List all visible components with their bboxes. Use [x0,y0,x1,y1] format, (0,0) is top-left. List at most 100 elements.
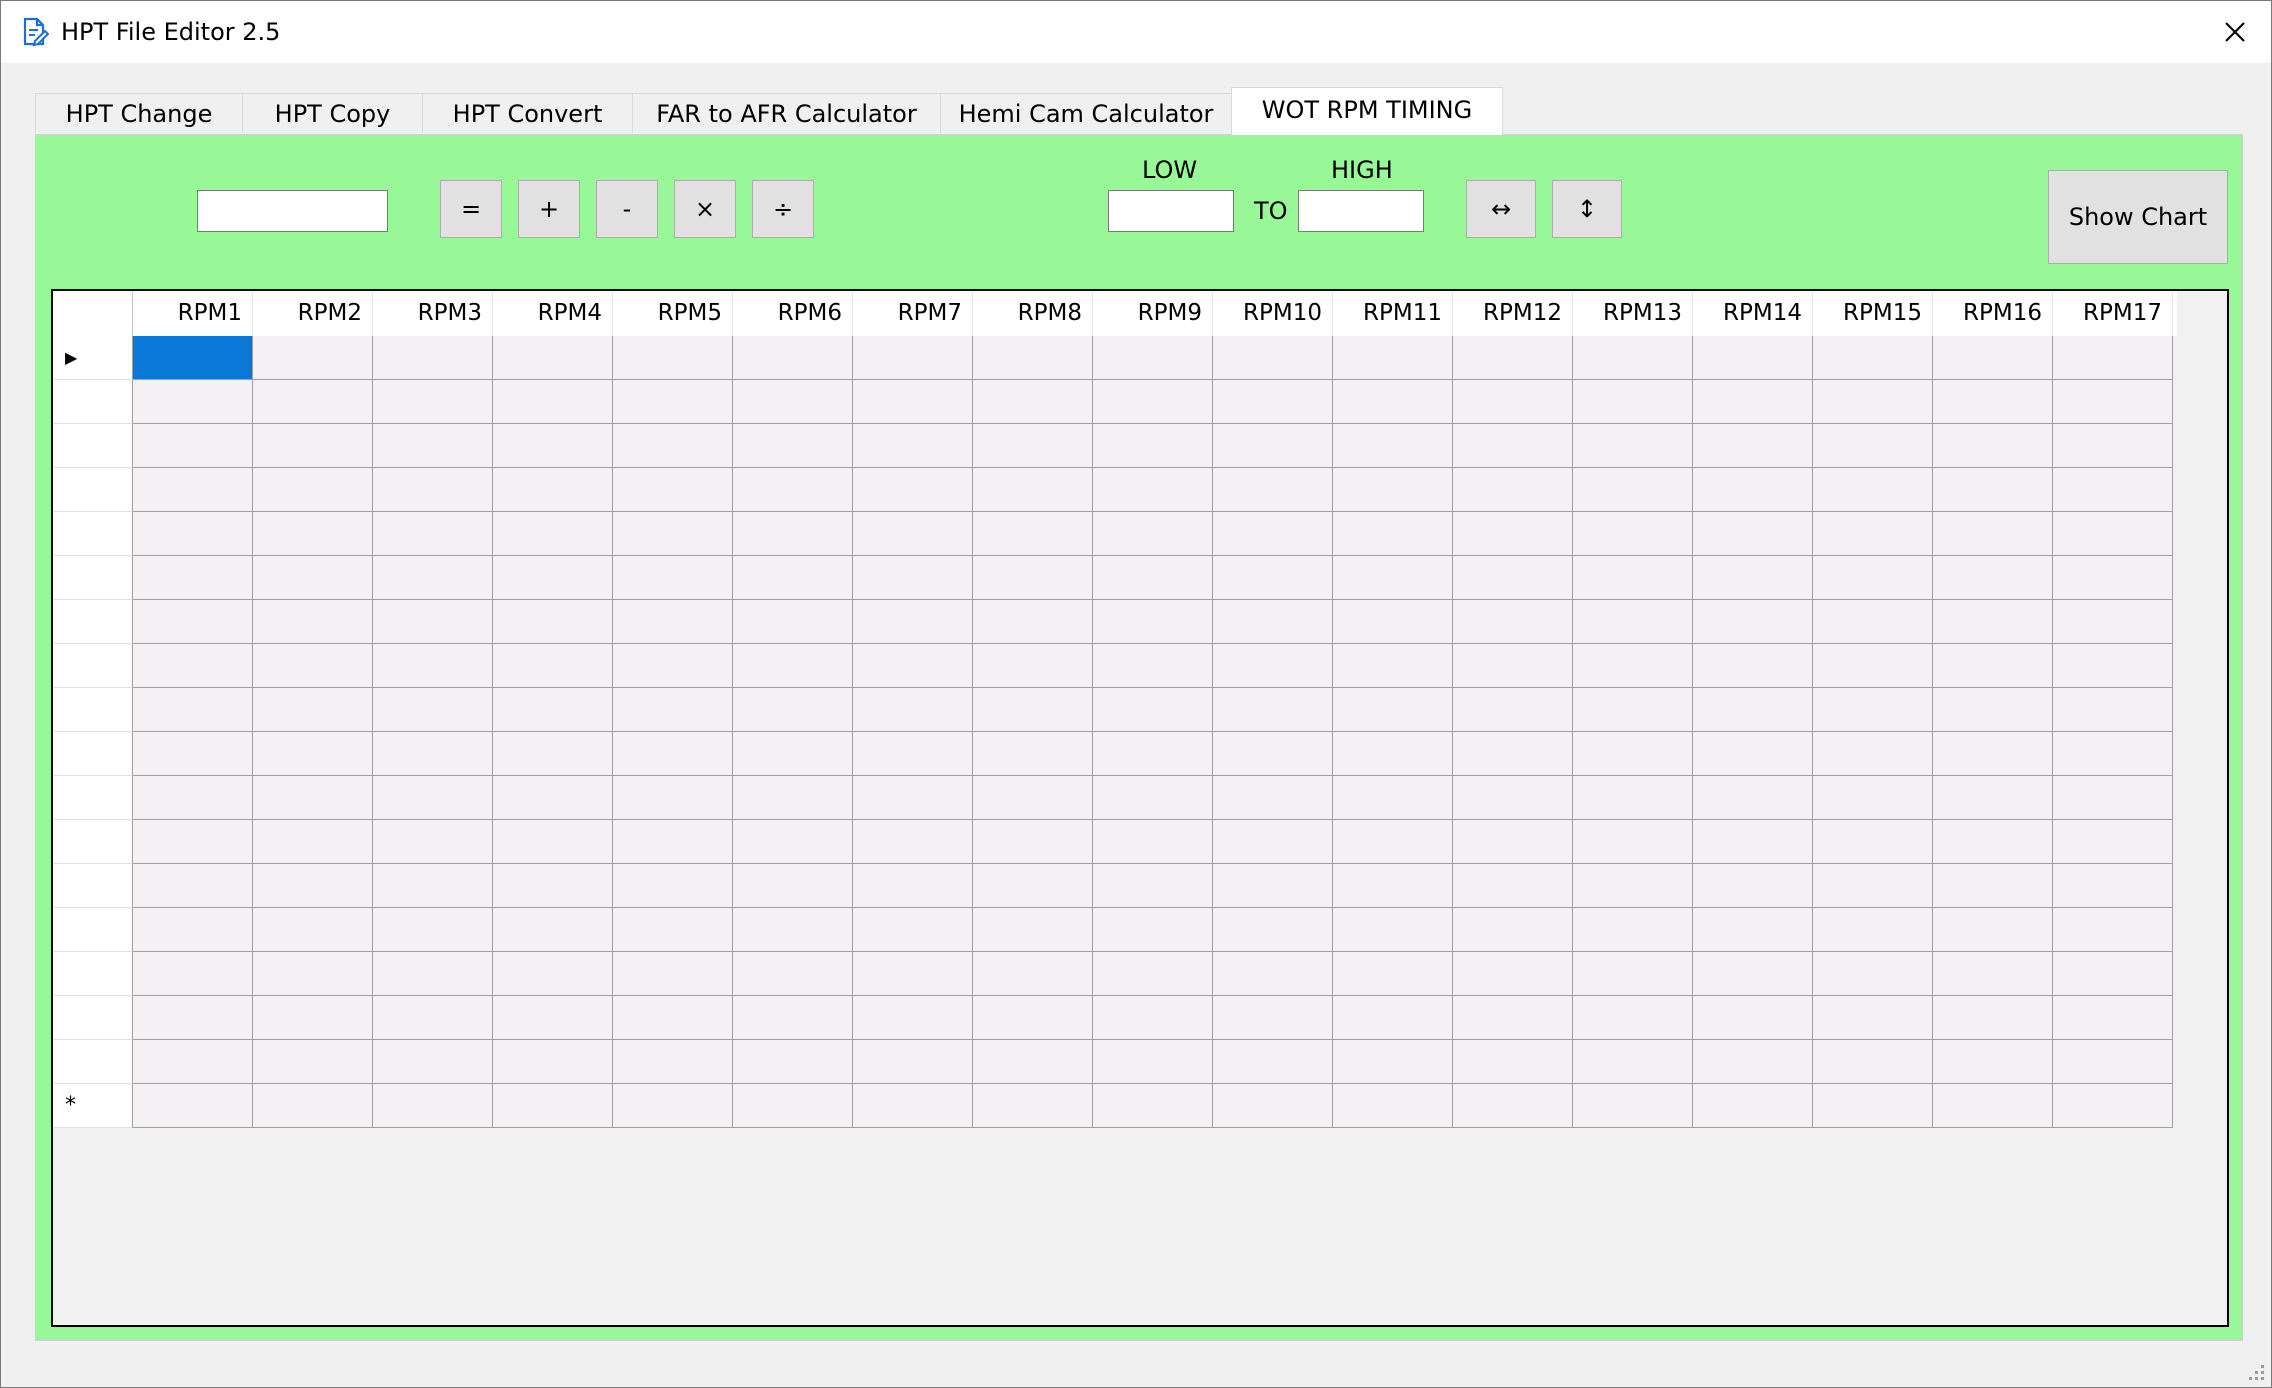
column-header-rpm14[interactable]: RPM14 [1693,291,1813,336]
grid-cell[interactable] [973,600,1093,644]
grid-cell[interactable] [973,996,1093,1040]
row-header[interactable] [53,380,133,424]
grid-cell[interactable] [973,776,1093,820]
grid-cell[interactable] [973,644,1093,688]
grid-cell[interactable] [2053,820,2173,864]
grid-cell[interactable] [1093,556,1213,600]
grid-cell[interactable] [373,688,493,732]
grid-cell[interactable] [1333,468,1453,512]
grid-cell[interactable] [1093,820,1213,864]
grid-cell[interactable] [973,820,1093,864]
grid-cell[interactable] [1453,1084,1573,1128]
grid-cell[interactable] [373,952,493,996]
grid-cell[interactable] [373,776,493,820]
grid-cell[interactable] [1333,1084,1453,1128]
column-header-rpm7[interactable]: RPM7 [853,291,973,336]
grid-cell[interactable] [493,776,613,820]
grid-cell[interactable] [1813,996,1933,1040]
column-header-rpm17[interactable]: RPM17 [2053,291,2173,336]
grid-cell[interactable] [853,1084,973,1128]
tab-wot-rpm-timing[interactable]: WOT RPM TIMING [1231,87,1503,135]
grid-cell[interactable] [1693,908,1813,952]
grid-cell[interactable] [1693,556,1813,600]
grid-cell[interactable] [853,996,973,1040]
grid-cell[interactable] [613,644,733,688]
grid-cell[interactable] [1693,820,1813,864]
close-button[interactable] [2199,1,2271,63]
grid-cell[interactable] [1573,732,1693,776]
grid-cell[interactable] [493,952,613,996]
grid-cell[interactable] [853,732,973,776]
grid-cell[interactable] [613,424,733,468]
grid-cell[interactable] [133,556,253,600]
grid-cell[interactable] [613,820,733,864]
grid-cell[interactable] [1333,512,1453,556]
tab-hpt-copy[interactable]: HPT Copy [242,93,423,133]
grid-cell[interactable] [1453,820,1573,864]
grid-cell[interactable] [2053,732,2173,776]
grid-cell[interactable] [1933,952,2053,996]
grid-cell[interactable] [1093,908,1213,952]
grid-cell[interactable] [733,820,853,864]
grid-cell[interactable] [373,336,493,380]
column-header-rpm3[interactable]: RPM3 [373,291,493,336]
grid-cell[interactable] [253,1040,373,1084]
row-header[interactable] [53,424,133,468]
grid-cell[interactable] [1093,1084,1213,1128]
grid-cell[interactable] [1093,996,1213,1040]
grid-cell[interactable] [133,908,253,952]
grid-cell[interactable] [853,864,973,908]
grid-cell[interactable] [613,1040,733,1084]
grid-cell[interactable] [1453,336,1573,380]
grid-cell[interactable] [1813,908,1933,952]
grid-cell[interactable] [493,644,613,688]
grid-cell[interactable] [253,644,373,688]
grid-cell[interactable] [1333,336,1453,380]
grid-cell[interactable] [1213,380,1333,424]
value-input[interactable] [197,190,388,232]
grid-cell[interactable] [253,336,373,380]
grid-cell[interactable] [1813,732,1933,776]
grid-cell[interactable] [1093,336,1213,380]
grid-cell[interactable] [1573,1084,1693,1128]
grid-cell[interactable] [253,688,373,732]
grid-cell[interactable] [1933,820,2053,864]
grid-cell[interactable] [253,556,373,600]
grid-cell[interactable] [1453,512,1573,556]
grid-cell[interactable] [1573,952,1693,996]
grid-cell[interactable] [2053,1040,2173,1084]
grid-cell[interactable] [133,336,253,380]
grid-cell[interactable] [1333,952,1453,996]
grid-cell[interactable] [733,1084,853,1128]
grid-cell[interactable] [2053,864,2173,908]
grid-cell[interactable] [1213,1040,1333,1084]
grid-cell[interactable] [1693,380,1813,424]
grid-cell[interactable] [973,864,1093,908]
grid-cell[interactable] [1333,380,1453,424]
grid-cell[interactable] [1693,468,1813,512]
grid-cell[interactable] [1453,1040,1573,1084]
grid-cell[interactable] [1693,336,1813,380]
grid-cell[interactable] [613,776,733,820]
grid-cell[interactable] [1453,732,1573,776]
grid-cell[interactable] [1093,864,1213,908]
grid-cell[interactable] [1333,996,1453,1040]
grid-cell[interactable] [973,336,1093,380]
grid-cell[interactable] [493,424,613,468]
column-header-rpm11[interactable]: RPM11 [1333,291,1453,336]
grid-cell[interactable] [2053,336,2173,380]
grid-cell[interactable] [613,732,733,776]
grid-cell[interactable] [853,1040,973,1084]
grid-cell[interactable] [1213,952,1333,996]
grid-cell[interactable] [1093,644,1213,688]
grid-cell[interactable] [1213,688,1333,732]
grid-cell[interactable] [493,380,613,424]
grid-cell[interactable] [1573,776,1693,820]
grid-cell[interactable] [733,556,853,600]
grid-cell[interactable] [1213,776,1333,820]
grid-cell[interactable] [253,468,373,512]
grid-cell[interactable] [1573,512,1693,556]
column-header-rpm1[interactable]: RPM1 [133,291,253,336]
grid-cell[interactable] [733,468,853,512]
grid-cell[interactable] [253,952,373,996]
